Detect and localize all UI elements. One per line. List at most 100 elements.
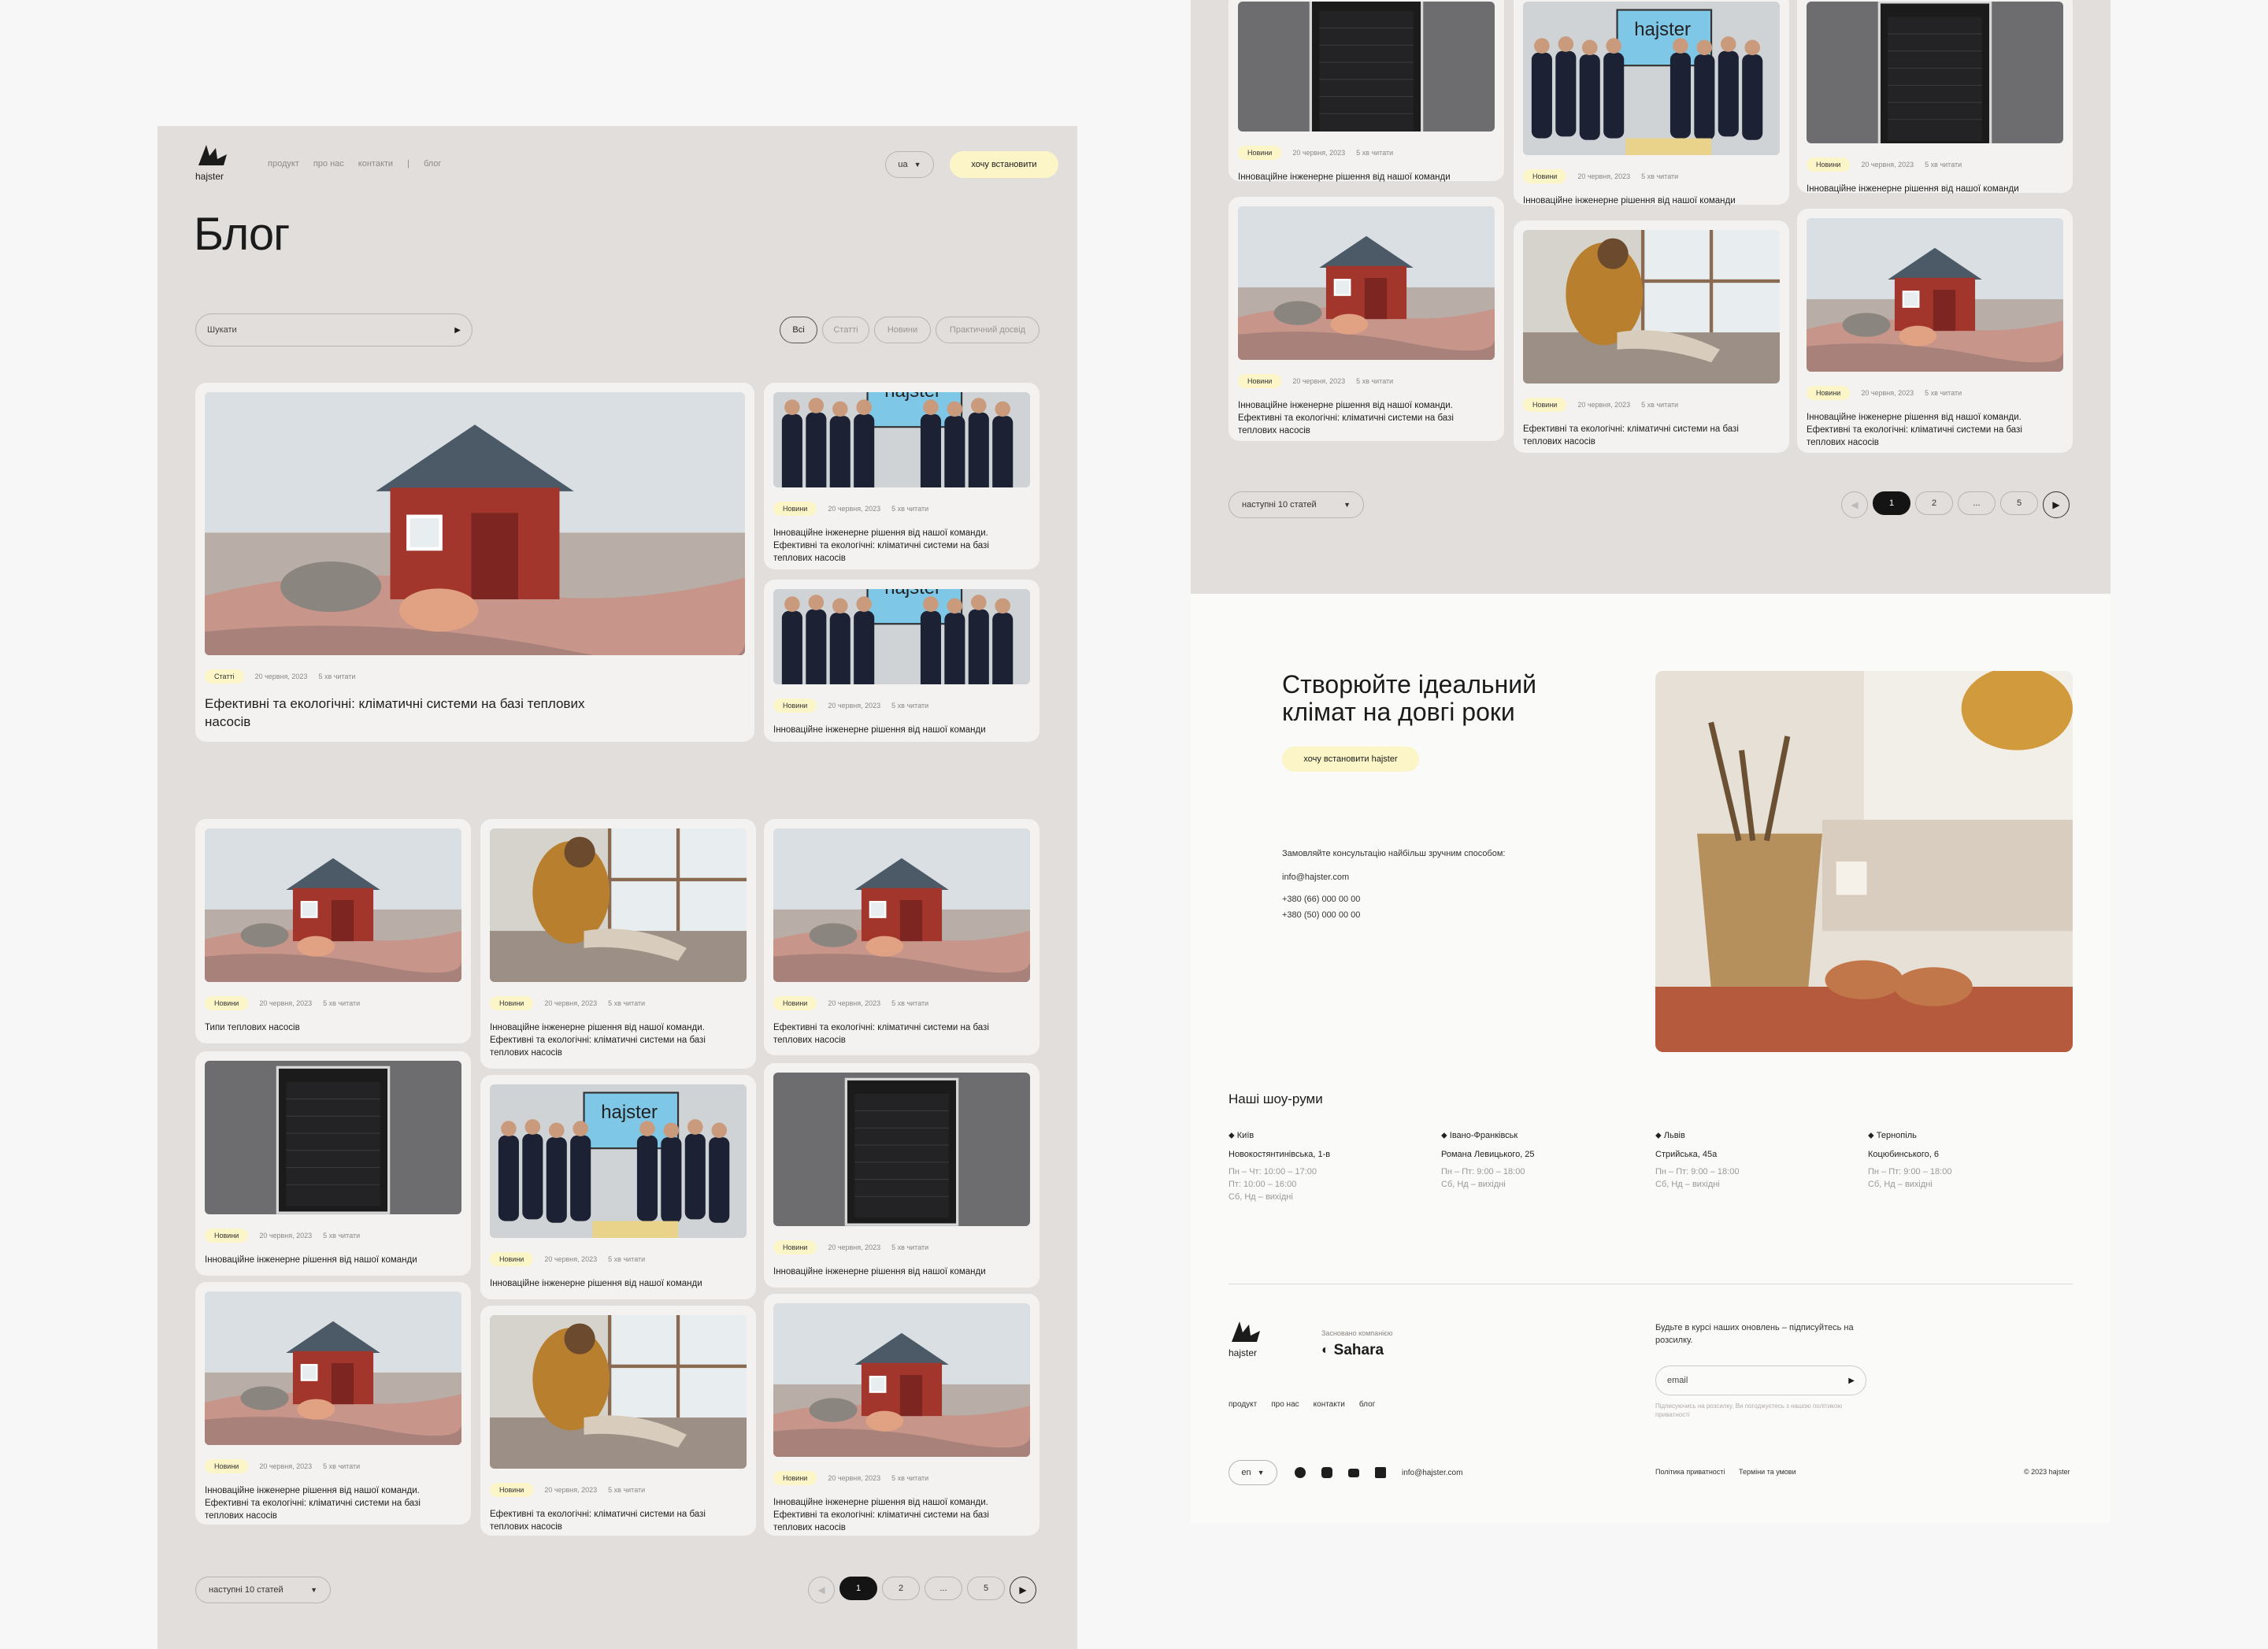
article-card[interactable]: Новини 20 червня, 2023 5 хв читати Іннов… <box>1514 0 1789 206</box>
footer-language-select[interactable]: en ▼ <box>1228 1460 1277 1485</box>
article-card[interactable]: Новини 20 червня, 2023 5 хв читати Іннов… <box>1797 209 2073 453</box>
footer-nav-contacts[interactable]: контакти <box>1314 1400 1345 1409</box>
blog-page-continued: Новини 20 червня, 2023 5 хв читати Іннов… <box>1191 0 2110 594</box>
footer-nav-product[interactable]: продукт <box>1228 1400 1257 1409</box>
cta-footer-panel: Створюйте ідеальний клімат на довгі роки… <box>1191 594 2110 1523</box>
article-card[interactable]: Новини 20 червня, 2023 5 хв читати Іннов… <box>1228 197 1504 441</box>
filter-news[interactable]: Новини <box>874 317 931 343</box>
email-subscribe-input[interactable]: email ▶ <box>1655 1366 1866 1395</box>
article-title: Типи теплових насосів <box>205 1023 300 1032</box>
load-more-button[interactable]: наступні 10 статей ▼ <box>1228 491 1364 518</box>
article-card[interactable]: Новини 20 червня, 2023 5 хв читати Іннов… <box>764 1294 1040 1536</box>
article-card[interactable]: Новини 20 червня, 2023 5 хв читати Іннов… <box>195 1282 471 1525</box>
article-card[interactable]: Новини 20 червня, 2023 5 хв читати Ефект… <box>764 819 1040 1055</box>
footer-logo[interactable]: hajster <box>1228 1320 1265 1358</box>
category-badge: Новини <box>205 1459 249 1473</box>
nav-item-blog[interactable]: блог <box>424 159 441 169</box>
article-date: 20 червня, 2023 <box>828 999 881 1007</box>
article-meta: Новини 20 червня, 2023 5 хв читати <box>1238 144 1495 161</box>
nav-item-about[interactable]: про нас <box>313 159 344 169</box>
filter-practice[interactable]: Практичний досвід <box>936 317 1040 343</box>
article-card[interactable]: Новини 20 червня, 2023 5 хв читати Іннов… <box>1228 0 1504 182</box>
article-title: Інноваційне інженерне рішення від нашої … <box>1238 172 1451 182</box>
page-1[interactable]: 1 <box>1873 491 1910 515</box>
instagram-icon[interactable] <box>1321 1467 1332 1478</box>
showroom-lviv: ⬥ Львів Стрийська, 45а Пн – Пт: 9:00 – 1… <box>1655 1129 1852 1191</box>
facebook-icon[interactable] <box>1295 1467 1306 1478</box>
article-date: 20 червня, 2023 <box>544 1255 598 1263</box>
featured-side-card[interactable]: Новини 20 червня, 2023 5 хв читати Іннов… <box>764 383 1040 569</box>
next-page-button[interactable]: ▶ <box>2043 491 2070 518</box>
article-image <box>1523 230 1780 384</box>
contact-phone-1[interactable]: +380 (66) 000 00 00 <box>1282 895 1360 904</box>
privacy-link[interactable]: Політика приватності <box>1655 1468 1725 1476</box>
article-card[interactable]: Новини 20 червня, 2023 5 хв читати Типи … <box>195 819 471 1043</box>
sahara-logo-text: Sahara <box>1333 1342 1384 1358</box>
language-select[interactable]: ua ▼ <box>885 151 934 178</box>
nav-item-contacts[interactable]: контакти <box>358 159 393 169</box>
article-date: 20 червня, 2023 <box>1292 377 1346 385</box>
article-meta: Новини 20 червня, 2023 5 хв читати <box>773 1239 1030 1256</box>
article-meta: Новини 20 червня, 2023 5 хв читати <box>1807 156 2063 173</box>
page-2[interactable]: 2 <box>1915 491 1953 515</box>
article-card[interactable]: Новини 20 червня, 2023 5 хв читати Іннов… <box>764 1063 1040 1288</box>
article-card[interactable]: Новини 20 червня, 2023 5 хв читати Іннов… <box>1797 0 2073 194</box>
location-pin-icon: ⬥ <box>1655 1131 1662 1140</box>
prev-page-button[interactable]: ◀ <box>808 1577 835 1603</box>
article-card[interactable]: Новини 20 червня, 2023 5 хв читати Іннов… <box>195 1051 471 1276</box>
article-date: 20 червня, 2023 <box>259 1462 313 1470</box>
contact-email[interactable]: info@hajster.com <box>1282 873 1349 882</box>
article-title: Ефективні та екологічні: кліматичні сист… <box>490 1510 706 1532</box>
load-more-button[interactable]: наступні 10 статей ▼ <box>195 1577 331 1603</box>
article-card[interactable]: Новини 20 червня, 2023 5 хв читати Ефект… <box>480 1306 756 1536</box>
footer-nav-about[interactable]: про нас <box>1271 1400 1299 1409</box>
article-image <box>490 1315 747 1469</box>
article-image <box>1238 206 1495 360</box>
showroom-kyiv: ⬥ Київ Новокостянтинівська, 1-в Пн – Чт:… <box>1228 1129 1425 1203</box>
youtube-icon[interactable] <box>1348 1468 1359 1477</box>
chevron-down-icon: ▼ <box>914 161 921 169</box>
footer-nav-blog[interactable]: блог <box>1359 1400 1375 1409</box>
featured-side-card[interactable]: Новини 20 червня, 2023 5 хв читати Іннов… <box>764 580 1040 742</box>
arrow-right-icon[interactable]: ▶ <box>1848 1377 1855 1385</box>
article-image <box>773 392 1030 487</box>
article-card[interactable]: Новини 20 червня, 2023 5 хв читати Ефект… <box>1514 220 1789 453</box>
showroom-address: Стрийська, 45а <box>1655 1150 1718 1159</box>
cta-image <box>1655 671 2073 1052</box>
filter-articles[interactable]: Статті <box>822 317 869 343</box>
category-badge: Статті <box>205 669 244 684</box>
founded-by: Засновано компанією ◐ Sahara <box>1321 1329 1393 1359</box>
founded-label: Засновано компанією <box>1321 1329 1393 1337</box>
search-input[interactable]: Шукати ▶ <box>195 313 472 346</box>
page-5[interactable]: 5 <box>2000 491 2038 515</box>
article-image <box>205 828 461 982</box>
page-2[interactable]: 2 <box>882 1577 920 1600</box>
filter-all[interactable]: Всі <box>780 317 817 343</box>
terms-link[interactable]: Терміни та умови <box>1739 1468 1796 1476</box>
article-image <box>773 1073 1030 1226</box>
footer-email[interactable]: info@hajster.com <box>1402 1469 1462 1477</box>
arrow-right-icon[interactable]: ▶ <box>454 326 461 335</box>
showroom-city: Івано-Франківськ <box>1449 1131 1518 1140</box>
header-cta-button[interactable]: хочу встановити <box>950 151 1058 178</box>
page-1[interactable]: 1 <box>839 1577 877 1600</box>
page-5[interactable]: 5 <box>967 1577 1005 1600</box>
showroom-address: Романа Левицького, 25 <box>1441 1150 1535 1159</box>
nav-item-product[interactable]: продукт <box>268 159 299 169</box>
article-card[interactable]: Новини 20 червня, 2023 5 хв читати Іннов… <box>480 1075 756 1299</box>
filter-tabs: Всі Статті Новини Практичний досвід <box>780 317 1040 343</box>
article-meta: Новини 20 червня, 2023 5 хв читати <box>205 1227 461 1244</box>
article-image <box>205 1061 461 1214</box>
logo-icon <box>1232 1321 1260 1342</box>
prev-page-button[interactable]: ◀ <box>1841 491 1868 518</box>
cta-install-button[interactable]: хочу встановити hajster <box>1282 747 1419 772</box>
category-badge: Новини <box>1523 398 1567 412</box>
chevron-down-icon: ▼ <box>1257 1469 1265 1477</box>
linkedin-icon[interactable] <box>1375 1467 1386 1478</box>
page-title: Блог <box>194 209 290 260</box>
contact-phone-2[interactable]: +380 (50) 000 00 00 <box>1282 910 1360 920</box>
next-page-button[interactable]: ▶ <box>1010 1577 1036 1603</box>
logo[interactable]: hajster <box>195 143 232 182</box>
featured-article-card[interactable]: Статті 20 червня, 2023 5 хв читати Ефект… <box>195 383 754 742</box>
article-card[interactable]: Новини 20 червня, 2023 5 хв читати Іннов… <box>480 819 756 1069</box>
